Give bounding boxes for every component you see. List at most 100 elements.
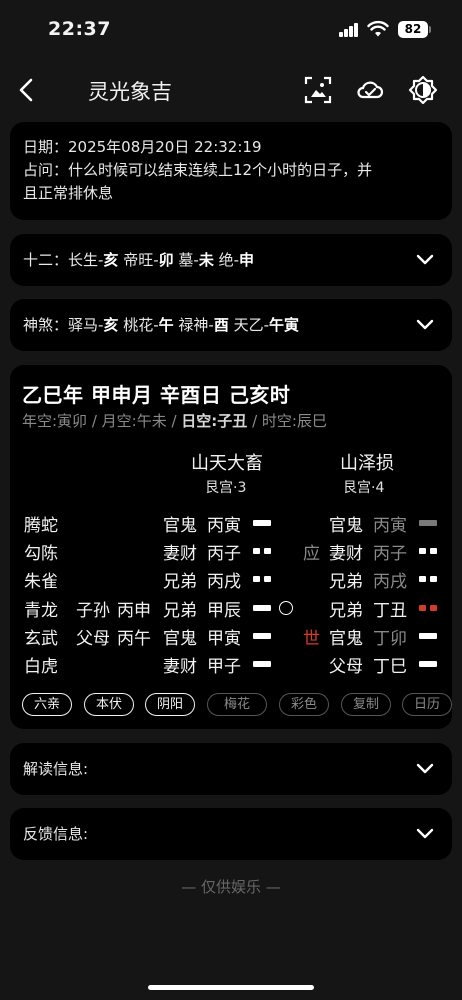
chevron-left-icon[interactable] (14, 76, 40, 104)
six-god: 青龙 (24, 601, 58, 621)
changed-relation: 官鬼 (329, 629, 363, 649)
main-yao-line (253, 661, 271, 667)
chevron-down-icon[interactable] (416, 252, 434, 266)
shi-ying-marker: 应 (303, 544, 320, 564)
changed-branch: 丙寅 (373, 516, 407, 536)
image-export-icon[interactable] (303, 75, 333, 105)
option-chip[interactable]: 彩色 (279, 693, 329, 716)
status-time: 22:37 (48, 18, 111, 40)
main-hexagram-palace: 艮宫·3 (205, 480, 247, 496)
option-chip[interactable]: 复制 (341, 693, 391, 716)
hidden-branch: 丙午 (117, 629, 151, 649)
yao-row: 勾陈 妻财 丙子应妻财 丙子 (10, 539, 452, 567)
branch: 丙寅 (207, 516, 241, 536)
changed-branch: 丁丑 (373, 601, 407, 621)
six-god: 勾陈 (24, 544, 58, 564)
hidden-relation: 子孙 (76, 601, 110, 621)
changed-relation: 官鬼 (329, 516, 363, 536)
date-line: 日期：2025年08月20日 22:32:19 (23, 138, 262, 156)
hexagram-card: 乙巳年 甲申月 辛酉日 己亥时 年空:寅卯 / 月空:午未 / 日空:子丑 / … (10, 365, 452, 729)
relation: 官鬼 (163, 516, 197, 536)
changed-relation: 父母 (329, 657, 363, 677)
option-chip[interactable]: 本伏 (84, 693, 134, 716)
option-chip[interactable]: 六亲 (22, 693, 72, 716)
changed-relation: 妻财 (329, 544, 363, 564)
wifi-icon (367, 20, 389, 37)
main-yao-line (253, 520, 271, 526)
branch: 甲寅 (207, 629, 241, 649)
changed-yao-line (419, 633, 437, 639)
yao-row: 腾蛇 官鬼 丙寅 官鬼 丙寅 (10, 511, 452, 539)
branch: 丙戌 (207, 572, 241, 592)
six-god: 玄武 (24, 629, 58, 649)
six-god: 白虎 (24, 657, 58, 677)
shi-ying-marker: 世 (303, 629, 320, 649)
changed-branch: 丁卯 (373, 629, 407, 649)
option-chips: 六亲 本伏 阴阳 梅花 彩色 复制 日历 (22, 693, 452, 717)
shensha-row[interactable]: 神煞：驿马-亥 桃花-午 禄神-酉 天乙-午寅 (10, 299, 452, 351)
branch: 甲辰 (207, 601, 241, 621)
changed-branch: 丁巳 (373, 657, 407, 677)
changed-branch: 丙子 (373, 544, 407, 564)
twelve-stages-row[interactable]: 十二：长生-亥 帝旺-卯 墓-未 绝-申 (10, 234, 452, 286)
main-yao-line (253, 576, 271, 582)
changed-yao-line (419, 661, 437, 667)
relation: 妻财 (163, 544, 197, 564)
main-hexagram-name: 山天大畜 (191, 453, 263, 474)
yao-row: 玄武 父母 丙午 官鬼 甲寅世官鬼 丁卯 (10, 624, 452, 652)
six-god: 腾蛇 (24, 516, 58, 536)
branch: 甲子 (207, 657, 241, 677)
interpret-section[interactable]: 解读信息: (10, 743, 452, 795)
main-yao-line (253, 633, 271, 639)
yao-row: 青龙 子孙 丙申 兄弟 甲辰 兄弟 丁丑 (10, 596, 452, 624)
main-yao-line (253, 605, 271, 611)
chevron-down-icon[interactable] (416, 826, 434, 840)
question-line: 占问：什么时候可以结束连续上12个小时的日子，并 (23, 161, 373, 179)
battery-tip (429, 26, 431, 33)
twelve-stages-label: 十二：长生-亥 帝旺-卯 墓-未 绝-申 (23, 251, 255, 269)
page-title: 灵光象吉 (88, 80, 172, 104)
hidden-branch: 丙申 (117, 601, 151, 621)
hidden-relation: 父母 (76, 629, 110, 649)
changed-hexagram-palace: 艮宫·4 (343, 480, 385, 496)
cloud-sync-icon[interactable] (355, 75, 385, 105)
option-chip[interactable]: 日历 (402, 693, 452, 716)
signal-icon (339, 23, 359, 37)
feedback-section[interactable]: 反馈信息: (10, 808, 452, 860)
chevron-down-icon[interactable] (416, 761, 434, 775)
feedback-label: 反馈信息: (23, 825, 89, 843)
main-yao-line (253, 548, 271, 554)
chevron-down-icon[interactable] (416, 317, 434, 331)
branch: 丙子 (207, 544, 241, 564)
relation: 兄弟 (163, 572, 197, 592)
relation: 官鬼 (163, 629, 197, 649)
option-chip[interactable]: 梅花 (207, 693, 267, 716)
status-bar: 22:37 82 (0, 0, 462, 60)
yao-row: 白虎 妻财 甲子 父母 丁巳 (10, 652, 452, 680)
changed-yao-line (419, 520, 437, 526)
question-line-cont: 且正常排休息 (23, 184, 114, 202)
changed-relation: 兄弟 (329, 572, 363, 592)
ganzhi-title: 乙巳年 甲申月 辛酉日 己亥时 (22, 383, 291, 407)
relation: 兄弟 (163, 601, 197, 621)
changed-relation: 兄弟 (329, 601, 363, 621)
kongwang-line: 年空:寅卯 / 月空:午未 / 日空:子丑 / 时空:辰巳 (22, 412, 327, 430)
changed-yao-line (419, 548, 437, 554)
changed-yao-line (419, 576, 437, 582)
battery-icon: 82 (398, 21, 428, 38)
footer-disclaimer: — 仅供娱乐 — (181, 878, 281, 896)
brightness-icon[interactable] (408, 75, 438, 105)
changed-branch: 丙戌 (373, 572, 407, 592)
home-indicator[interactable] (148, 985, 314, 990)
moving-line-circle-icon (279, 601, 293, 615)
six-god: 朱雀 (24, 572, 58, 592)
relation: 妻财 (163, 657, 197, 677)
interpret-label: 解读信息: (23, 760, 89, 778)
question-info-card: 日期：2025年08月20日 22:32:19 占问：什么时候可以结束连续上12… (10, 122, 452, 220)
option-chip[interactable]: 阴阳 (145, 693, 195, 716)
shensha-label: 神煞：驿马-亥 桃花-午 禄神-酉 天乙-午寅 (23, 316, 300, 334)
yao-row: 朱雀 兄弟 丙戌 兄弟 丙戌 (10, 567, 452, 595)
changed-yao-line (419, 605, 437, 611)
changed-hexagram-name: 山泽损 (340, 453, 394, 474)
nav-bar: 灵光象吉 (0, 68, 462, 112)
